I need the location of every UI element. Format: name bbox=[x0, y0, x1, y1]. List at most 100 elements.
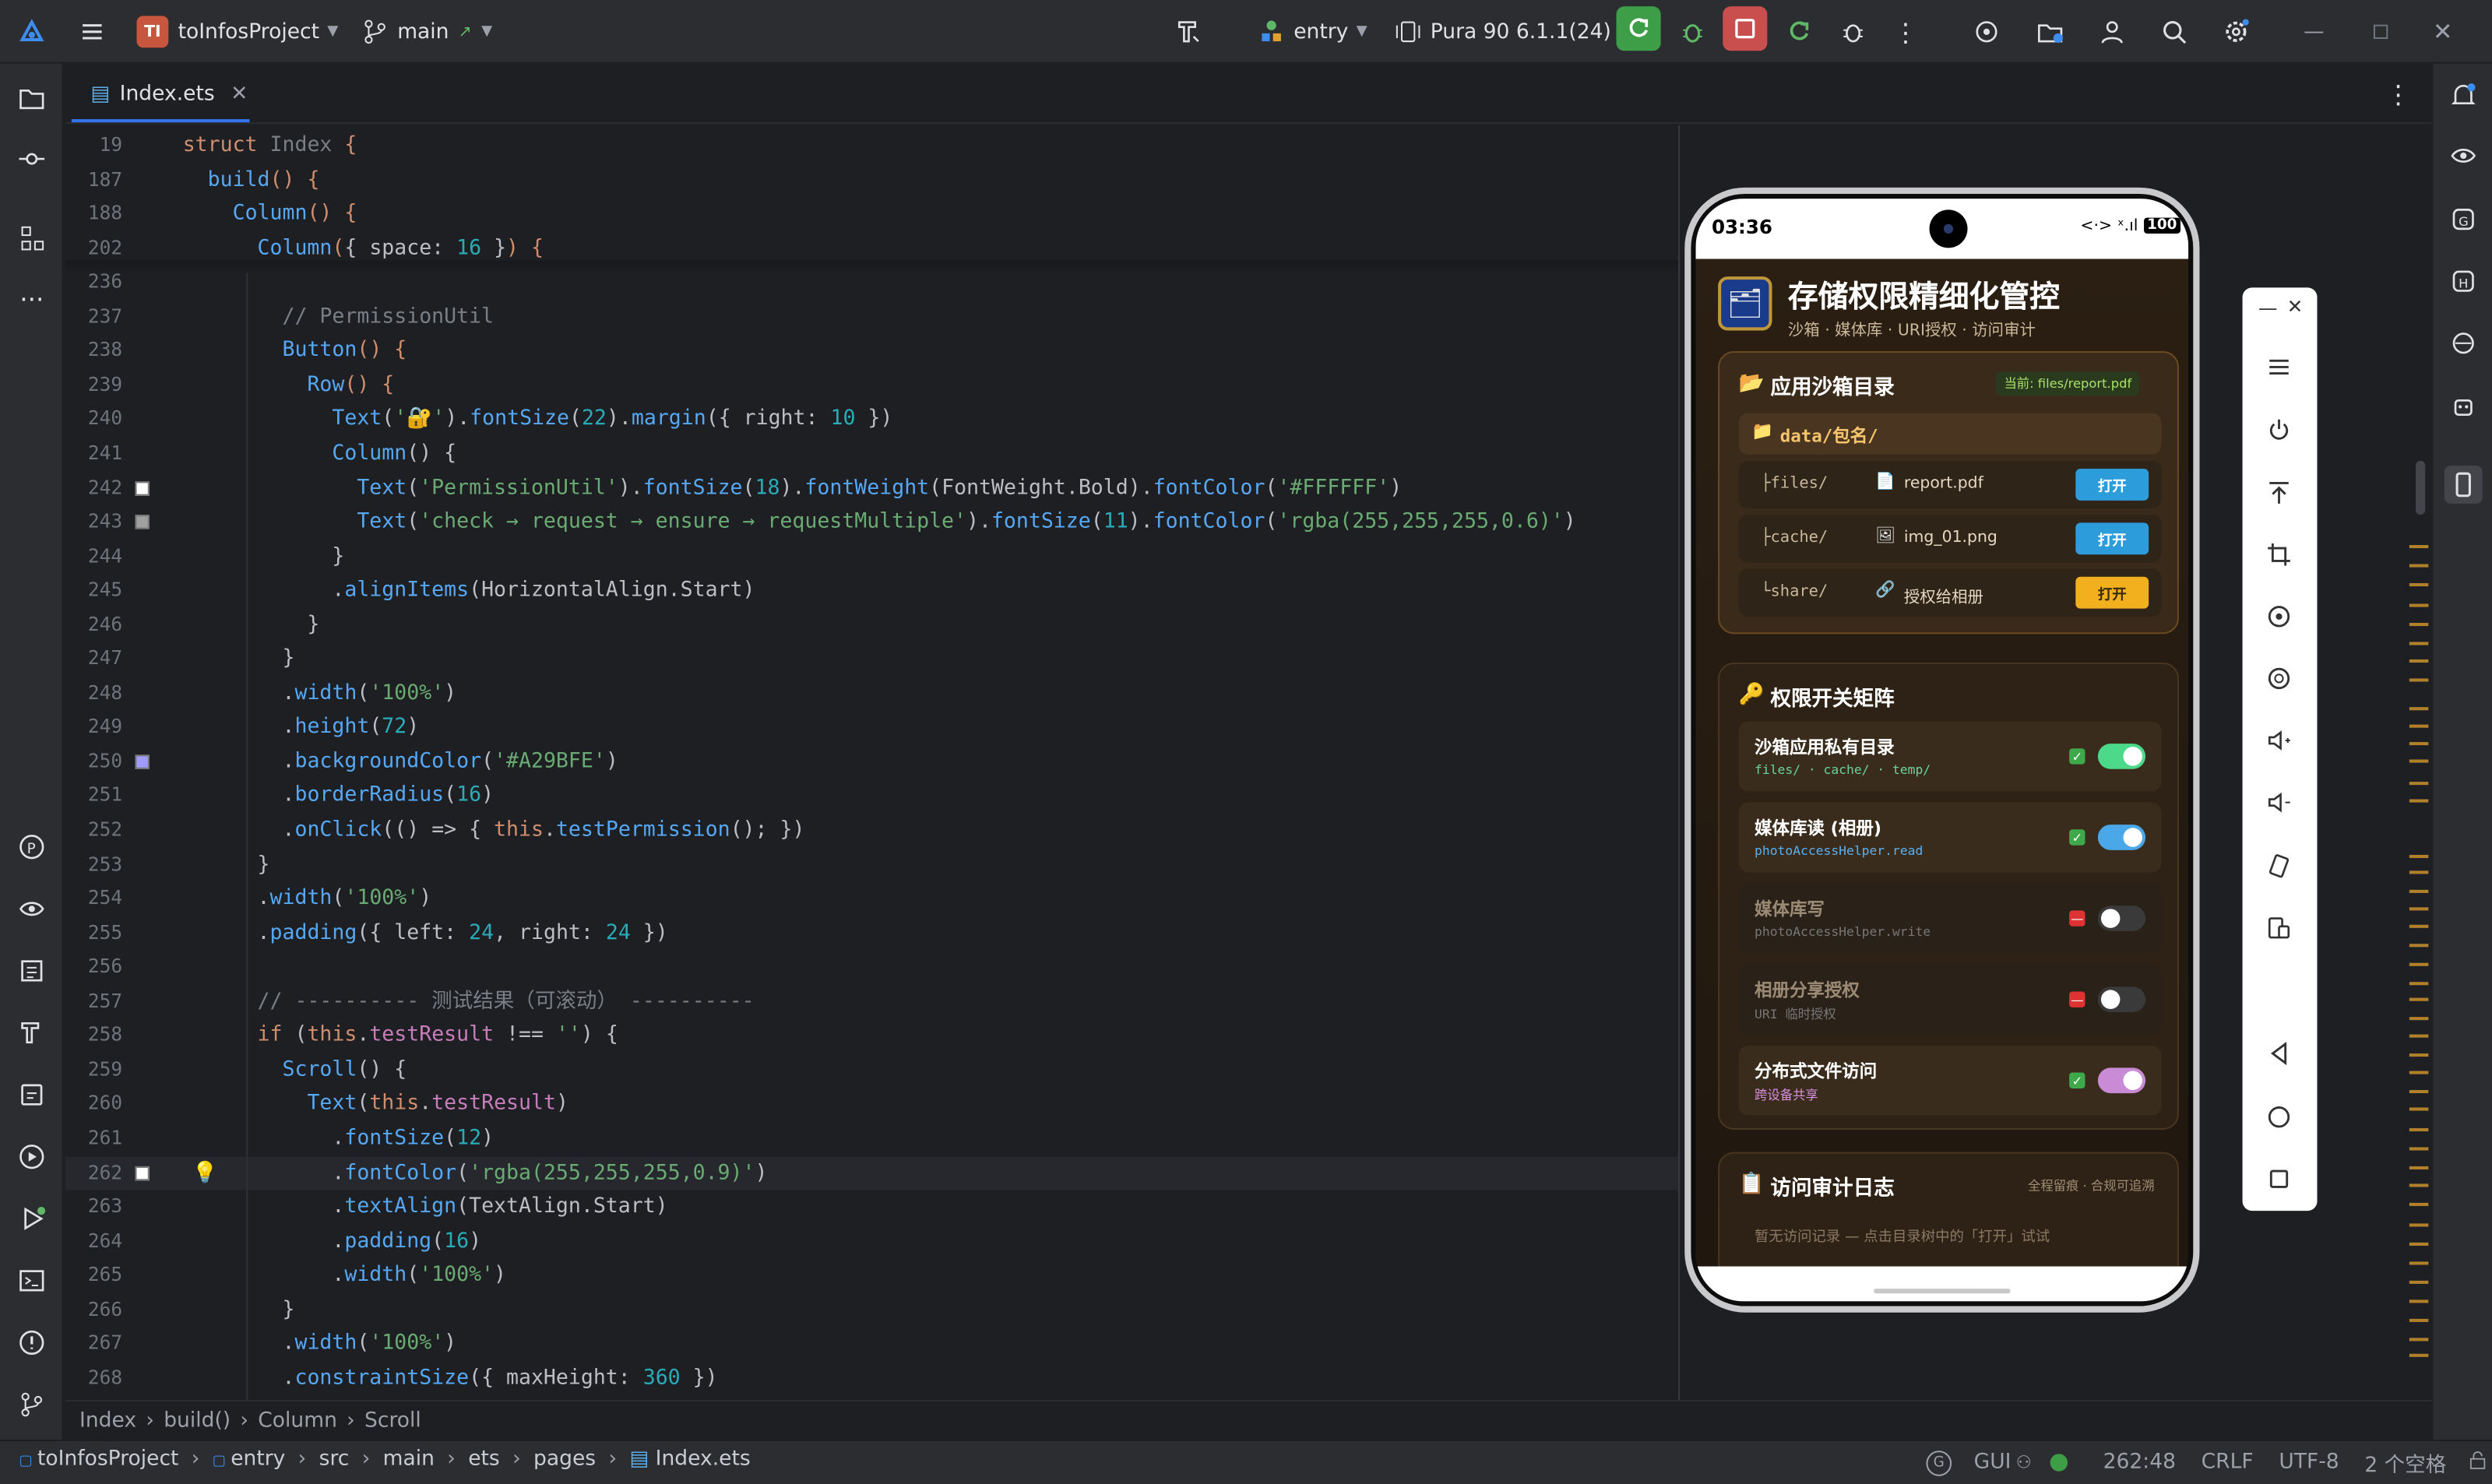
warning-marker[interactable] bbox=[2409, 1034, 2429, 1038]
maximize-button[interactable] bbox=[2362, 12, 2400, 51]
record-icon[interactable] bbox=[2260, 659, 2298, 698]
code-line[interactable]: 254 .width('100%') bbox=[65, 882, 1678, 916]
line-number[interactable]: 254 bbox=[65, 882, 122, 916]
more-vertical-icon[interactable]: ⋮ bbox=[1886, 12, 1924, 51]
indent-setting[interactable]: 2 个空格 bbox=[2364, 1447, 2446, 1478]
line-number[interactable]: 241 bbox=[65, 437, 122, 471]
path-item[interactable]: src bbox=[319, 1447, 350, 1472]
terminal-icon[interactable] bbox=[12, 1261, 51, 1299]
warning-marker[interactable] bbox=[2409, 1299, 2429, 1303]
path-item[interactable]: ▤ Index.ets bbox=[629, 1447, 750, 1472]
project-folder-icon[interactable] bbox=[12, 79, 51, 118]
warning-marker[interactable] bbox=[2409, 924, 2429, 928]
line-number[interactable]: 245 bbox=[65, 574, 122, 608]
line-number[interactable]: 263 bbox=[65, 1190, 122, 1225]
line-number[interactable]: 188 bbox=[65, 197, 122, 231]
permission-toggle[interactable] bbox=[2097, 825, 2146, 850]
line-number[interactable]: 255 bbox=[65, 916, 122, 951]
line-number[interactable]: 238 bbox=[65, 334, 122, 368]
power-icon[interactable] bbox=[2260, 412, 2298, 450]
hot-reload-icon[interactable] bbox=[1780, 12, 1818, 51]
warning-marker[interactable] bbox=[2409, 1318, 2429, 1322]
multi-device-icon[interactable] bbox=[2260, 909, 2298, 947]
code-line[interactable]: 257 // ---------- 测试结果（可滚动） ---------- bbox=[65, 985, 1678, 1019]
settings-icon[interactable] bbox=[2217, 12, 2255, 51]
device-manager-icon[interactable] bbox=[1968, 12, 2006, 51]
breadcrumb-item[interactable]: Scroll bbox=[364, 1408, 421, 1433]
code-line[interactable]: 266 } bbox=[65, 1293, 1678, 1328]
path-item[interactable]: ▢ toInfosProject bbox=[19, 1447, 178, 1472]
code-line[interactable]: 249 .height(72) bbox=[65, 711, 1678, 745]
code-line[interactable]: 268 .constraintSize({ maxHeight: 360 }) bbox=[65, 1362, 1678, 1396]
app-logo-icon[interactable] bbox=[12, 12, 51, 51]
profiler-icon[interactable]: P bbox=[12, 828, 51, 866]
device-selector[interactable]: Pura 90 6.1.1(24)▼ bbox=[1389, 12, 1630, 51]
recents-icon[interactable] bbox=[2260, 1160, 2298, 1198]
line-number[interactable]: 259 bbox=[65, 1053, 122, 1088]
warning-marker[interactable] bbox=[2409, 782, 2429, 786]
read-only-lock-icon[interactable] bbox=[2469, 1450, 2487, 1475]
open-button[interactable]: 打开 bbox=[2075, 469, 2149, 501]
folder-sync-icon[interactable] bbox=[2031, 12, 2069, 51]
code-line[interactable]: 256 bbox=[65, 951, 1678, 985]
todo-icon[interactable] bbox=[12, 1076, 51, 1114]
line-number[interactable]: 252 bbox=[65, 814, 122, 848]
code-line[interactable]: 248 .width('100%') bbox=[65, 677, 1678, 711]
back-icon[interactable] bbox=[2260, 1035, 2298, 1073]
pin-top-icon[interactable] bbox=[2260, 473, 2298, 512]
search-icon[interactable] bbox=[2155, 12, 2193, 51]
warning-marker[interactable] bbox=[2409, 642, 2429, 645]
code-line[interactable]: 259 Scroll() { bbox=[65, 1053, 1678, 1088]
warning-marker[interactable] bbox=[2409, 1166, 2429, 1170]
warning-marker[interactable] bbox=[2409, 564, 2429, 568]
device-mirror-icon[interactable] bbox=[2444, 465, 2483, 504]
home-indicator[interactable] bbox=[1874, 1289, 2011, 1294]
line-number[interactable]: 243 bbox=[65, 505, 122, 540]
warning-marker[interactable] bbox=[2409, 1183, 2429, 1187]
notifications-icon[interactable] bbox=[2444, 76, 2483, 114]
build-tool-icon[interactable] bbox=[12, 1014, 51, 1052]
warning-marker[interactable] bbox=[2409, 1353, 2429, 1357]
code-line[interactable]: 253 } bbox=[65, 848, 1678, 882]
warning-marker[interactable] bbox=[2409, 759, 2429, 763]
minimize-toolbar-icon[interactable]: — bbox=[2258, 297, 2277, 320]
breadcrumb-item[interactable]: build() bbox=[164, 1408, 231, 1433]
line-number[interactable]: 239 bbox=[65, 368, 122, 403]
ai-assistant-icon[interactable] bbox=[2444, 388, 2483, 426]
logs-icon[interactable] bbox=[12, 951, 51, 990]
line-separator[interactable]: CRLF bbox=[2202, 1451, 2254, 1475]
harmony-icon[interactable]: H bbox=[2444, 262, 2483, 301]
code-line[interactable]: 255 .padding({ left: 24, right: 24 }) bbox=[65, 916, 1678, 951]
code-line[interactable]: 258 if (this.testResult !== '') { bbox=[65, 1019, 1678, 1053]
git-icon[interactable] bbox=[12, 1386, 51, 1424]
line-number[interactable]: 19 bbox=[65, 128, 122, 163]
color-swatch[interactable] bbox=[135, 754, 150, 769]
permission-row[interactable]: 媒体库读 (相册) photoAccessHelper.read ✓ bbox=[1738, 802, 2162, 873]
warning-marker[interactable] bbox=[2409, 889, 2429, 893]
path-item[interactable]: main bbox=[383, 1447, 435, 1472]
breadcrumb-item[interactable]: Index bbox=[79, 1408, 136, 1433]
line-number[interactable]: 187 bbox=[65, 163, 122, 197]
line-number[interactable]: 262 bbox=[65, 1156, 122, 1190]
preview-eye-icon[interactable] bbox=[2444, 137, 2483, 175]
code-line[interactable]: 267 .width('100%') bbox=[65, 1328, 1678, 1362]
permission-toggle[interactable] bbox=[2097, 1067, 2146, 1094]
line-number[interactable]: 251 bbox=[65, 779, 122, 814]
code-line[interactable]: 242 Text('PermissionUtil').fontSize(18).… bbox=[65, 471, 1678, 505]
main-menu-icon[interactable] bbox=[73, 12, 111, 51]
code-line[interactable]: 188 Column() { bbox=[65, 197, 1679, 232]
attach-debugger-icon[interactable] bbox=[1834, 12, 1872, 51]
line-number[interactable]: 247 bbox=[65, 642, 122, 677]
warning-marker[interactable] bbox=[2409, 1127, 2429, 1132]
warning-marker[interactable] bbox=[2409, 1338, 2429, 1342]
line-number[interactable]: 266 bbox=[65, 1293, 122, 1328]
code-line[interactable]: 260 Text(this.testResult) bbox=[65, 1088, 1678, 1122]
warning-marker[interactable] bbox=[2409, 982, 2429, 986]
line-number[interactable]: 249 bbox=[65, 711, 122, 745]
warning-marker[interactable] bbox=[2409, 944, 2429, 948]
warning-marker[interactable] bbox=[2409, 870, 2429, 874]
volume-up-icon[interactable] bbox=[2260, 722, 2298, 760]
color-swatch[interactable] bbox=[135, 515, 150, 529]
warning-marker[interactable] bbox=[2409, 582, 2429, 587]
inspector-icon[interactable] bbox=[2444, 324, 2483, 362]
